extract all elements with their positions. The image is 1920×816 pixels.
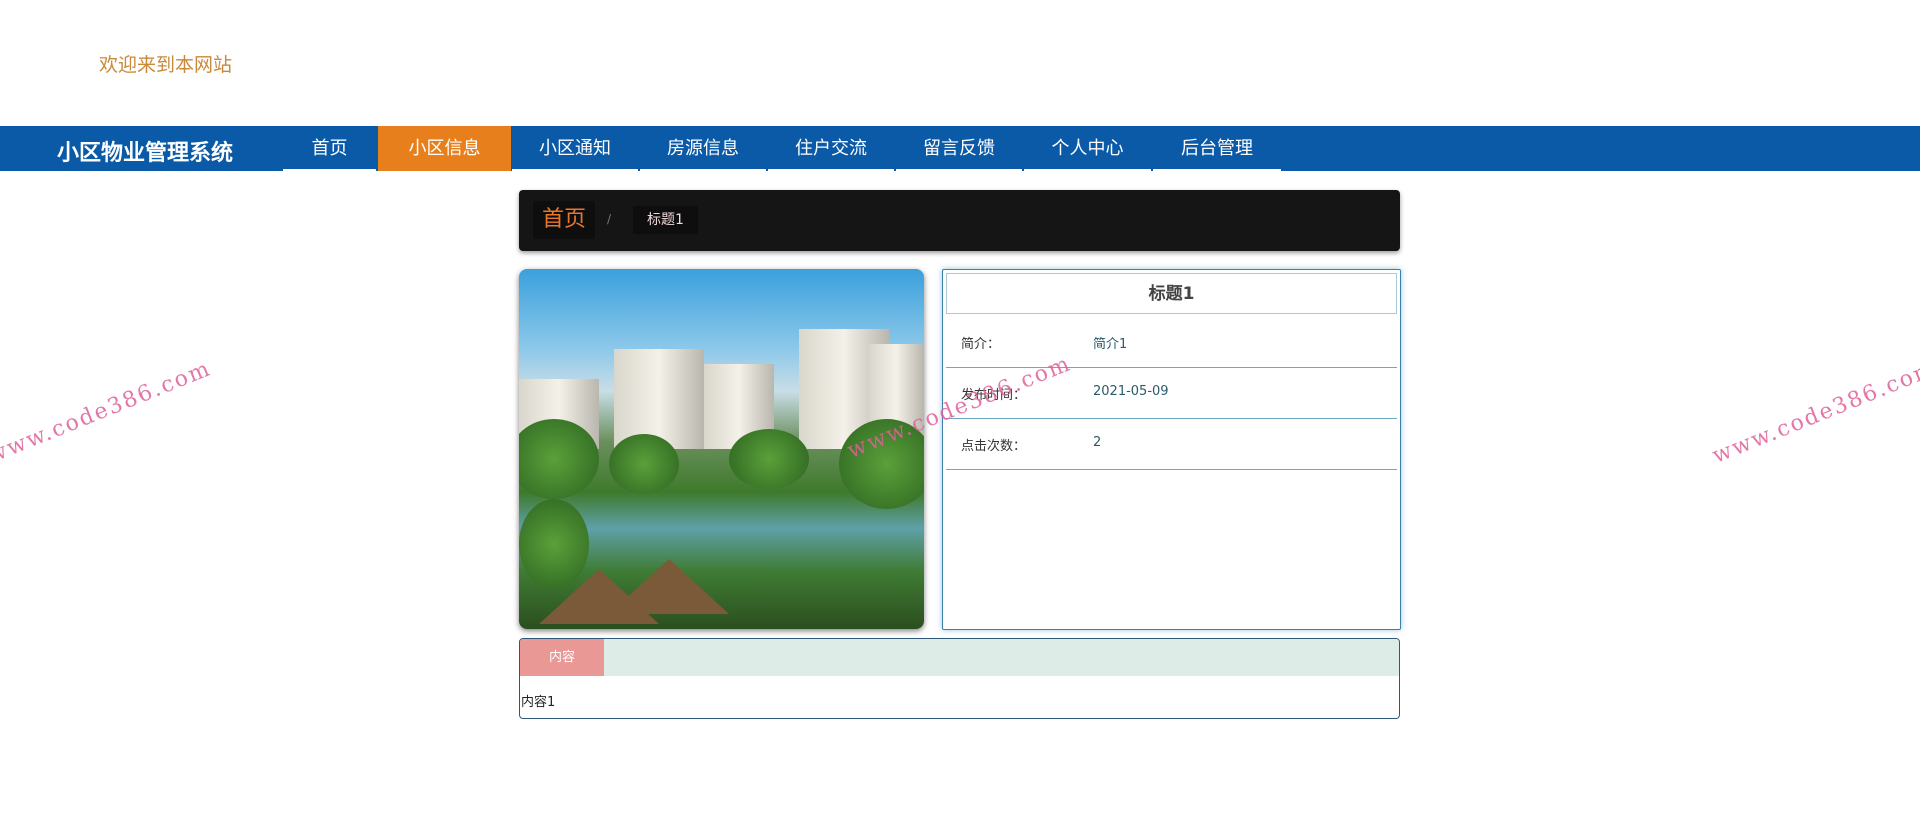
welcome-text: 欢迎来到本网站 xyxy=(99,54,233,76)
field-value: 2021-05-09 xyxy=(1093,384,1169,399)
detail-row-clicks: 点击次数： 2 xyxy=(946,419,1397,470)
breadcrumb-current: 标题1 xyxy=(633,206,698,234)
content-tabbar: 内容 xyxy=(520,639,1399,676)
breadcrumb: 首页 / 标题1 xyxy=(519,190,1400,251)
breadcrumb-home[interactable]: 首页 xyxy=(533,201,596,239)
content-panel: 内容 内容1 xyxy=(519,638,1400,719)
nav-profile[interactable]: 个人中心 xyxy=(1024,126,1151,171)
field-value: 2 xyxy=(1093,435,1102,450)
detail-row-summary: 简介： 简介1 xyxy=(946,317,1397,368)
watermark: www.code386.com xyxy=(1709,356,1920,469)
field-value: 简介1 xyxy=(1093,337,1128,352)
site-brand[interactable]: 小区物业管理系统 xyxy=(57,135,233,167)
breadcrumb-separator: / xyxy=(607,212,612,226)
watermark: www.code386.com xyxy=(0,356,215,469)
community-image xyxy=(519,269,924,629)
tab-content[interactable]: 内容 xyxy=(520,639,604,676)
detail-title: 标题1 xyxy=(946,273,1397,314)
field-label: 发布时间： xyxy=(961,388,1027,403)
nav-home[interactable]: 首页 xyxy=(283,126,376,171)
nav-feedback[interactable]: 留言反馈 xyxy=(896,126,1022,171)
nav-community-info[interactable]: 小区信息 xyxy=(378,126,511,171)
field-label: 点击次数： xyxy=(961,439,1027,454)
top-nav: 小区物业管理系统 首页 小区信息 小区通知 房源信息 住户交流 留言反馈 个人中… xyxy=(0,126,1920,171)
detail-row-date: 发布时间： 2021-05-09 xyxy=(946,368,1397,419)
nav-housing[interactable]: 房源信息 xyxy=(640,126,766,171)
field-label: 简介： xyxy=(961,337,1001,352)
nav-admin[interactable]: 后台管理 xyxy=(1153,126,1281,171)
nav-resident-forum[interactable]: 住户交流 xyxy=(768,126,894,171)
nav-notices[interactable]: 小区通知 xyxy=(512,126,638,171)
detail-panel: 标题1 简介： 简介1 发布时间： 2021-05-09 点击次数： 2 xyxy=(942,269,1401,630)
content-text: 内容1 xyxy=(521,695,556,710)
